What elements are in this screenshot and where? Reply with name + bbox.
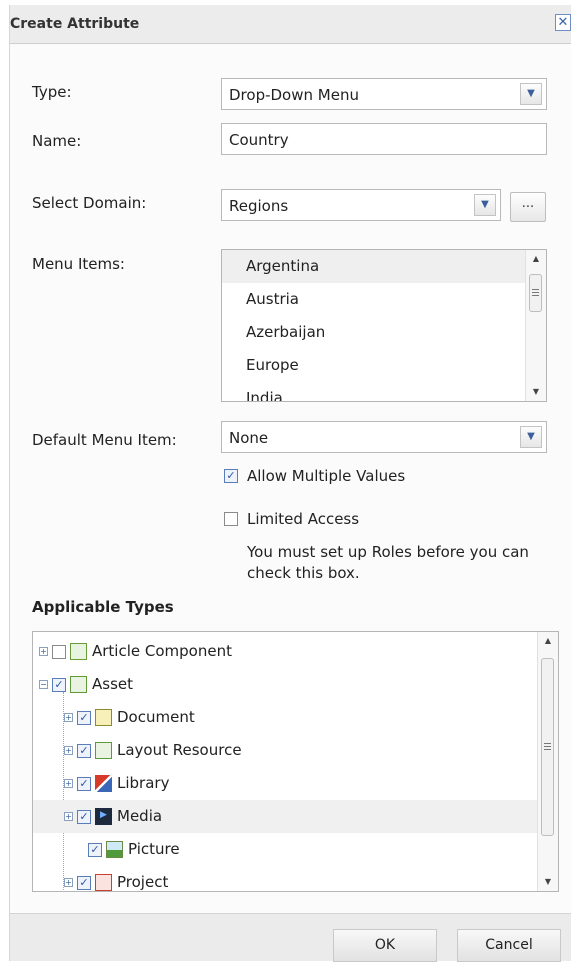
chevron-down-icon[interactable]: ▼ [474, 194, 496, 216]
scroll-down-icon[interactable]: ▼ [538, 873, 558, 891]
applicable-types-scrollbar[interactable]: ▲ ▼ [537, 632, 558, 891]
tree-label: Picture [128, 840, 180, 858]
cancel-button[interactable]: Cancel [457, 929, 561, 962]
domain-select[interactable]: Regions ▼ [221, 189, 501, 221]
tree-row[interactable]: + ✓ Layout Resource [33, 734, 537, 767]
type-select[interactable]: Drop-Down Menu ▼ [221, 78, 547, 110]
scroll-up-icon[interactable]: ▲ [538, 632, 558, 650]
scroll-thumb[interactable] [529, 274, 542, 312]
default-menu-item-select[interactable]: None ▼ [221, 421, 547, 453]
tree-label: Project [117, 873, 169, 891]
project-icon [95, 874, 112, 891]
limited-access-label: Limited Access [247, 510, 360, 528]
list-item[interactable]: Argentina [222, 250, 546, 283]
tree-checkbox[interactable]: ✓ [52, 678, 66, 692]
tree-row[interactable]: + ✓ Document [33, 701, 537, 734]
tree-checkbox[interactable]: ✓ [77, 876, 91, 890]
expand-icon[interactable]: + [64, 746, 73, 755]
article-component-icon [70, 643, 87, 660]
list-item[interactable]: Azerbaijan [222, 316, 546, 349]
domain-select-value: Regions [229, 197, 289, 215]
tree-row[interactable]: + ✓ Library [33, 767, 537, 800]
domain-browse-button[interactable]: ... [510, 192, 546, 222]
applicable-types-tree[interactable]: + Article Component − ✓ Asset + ✓ Docume… [32, 631, 559, 892]
asset-icon [70, 676, 87, 693]
ok-button[interactable]: OK [333, 929, 437, 962]
tree-checkbox[interactable]: ✓ [88, 843, 102, 857]
dialog-title: Create Attribute [10, 16, 140, 32]
library-icon [95, 775, 112, 792]
list-item[interactable]: India [222, 382, 546, 401]
type-label: Type: [32, 83, 72, 101]
menu-items-list[interactable]: Argentina Austria Azerbaijan Europe Indi… [221, 249, 547, 402]
tree-row[interactable]: ✓ Picture [33, 833, 537, 866]
scroll-thumb[interactable] [541, 658, 554, 836]
allow-multiple-label: Allow Multiple Values [247, 467, 406, 485]
name-label: Name: [32, 132, 82, 150]
tree-row[interactable]: + ✓ Project [33, 866, 537, 891]
allow-multiple-checkbox[interactable]: ✓ [224, 469, 238, 483]
collapse-icon[interactable]: − [39, 680, 48, 689]
name-input-value: Country [229, 131, 289, 149]
tree-row[interactable]: + ✓ ▶ Media [33, 800, 537, 833]
dialog-titlebar: Create Attribute ✕ [10, 5, 571, 44]
default-menu-item-label: Default Menu Item: [32, 431, 177, 449]
tree-label: Media [117, 807, 163, 825]
close-icon: ✕ [557, 15, 569, 30]
create-attribute-dialog: Create Attribute ✕ Type: Drop-Down Menu … [9, 5, 571, 962]
document-icon [95, 709, 112, 726]
list-item[interactable]: Europe [222, 349, 546, 382]
menu-items-label: Menu Items: [32, 255, 125, 273]
name-input[interactable]: Country [221, 123, 547, 155]
scroll-down-icon[interactable]: ▼ [526, 383, 546, 401]
picture-icon [106, 841, 123, 858]
tree-label: Document [117, 708, 195, 726]
expand-icon[interactable]: + [64, 812, 73, 821]
limited-access-note: You must set up Roles before you can che… [247, 543, 529, 582]
tree-checkbox[interactable]: ✓ [77, 744, 91, 758]
tree-label: Article Component [92, 642, 232, 660]
tree-checkbox[interactable]: ✓ [77, 777, 91, 791]
layout-resource-icon [95, 742, 112, 759]
list-item[interactable]: Austria [222, 283, 546, 316]
menu-items-scrollbar[interactable]: ▲ ▼ [525, 250, 546, 401]
tree-label: Layout Resource [117, 741, 242, 759]
expand-icon[interactable]: + [64, 713, 73, 722]
tree-checkbox[interactable]: ✓ [77, 711, 91, 725]
applicable-types-heading: Applicable Types [32, 598, 174, 616]
scroll-up-icon[interactable]: ▲ [526, 250, 546, 268]
domain-label: Select Domain: [32, 194, 147, 212]
dialog-footer: OK Cancel [10, 913, 571, 962]
expand-icon[interactable]: + [64, 878, 73, 887]
default-menu-item-value: None [229, 429, 269, 447]
close-button[interactable]: ✕ [555, 14, 571, 31]
tree-label: Library [117, 774, 170, 792]
tree-row[interactable]: + Article Component [33, 635, 537, 668]
expand-icon[interactable]: + [64, 779, 73, 788]
limited-access-checkbox[interactable] [224, 512, 238, 526]
media-icon: ▶ [95, 808, 112, 825]
chevron-down-icon[interactable]: ▼ [520, 83, 542, 105]
tree-checkbox[interactable] [52, 645, 66, 659]
tree-label: Asset [92, 675, 134, 693]
expand-icon[interactable]: + [39, 647, 48, 656]
tree-checkbox[interactable]: ✓ [77, 810, 91, 824]
type-select-value: Drop-Down Menu [229, 86, 359, 104]
chevron-down-icon[interactable]: ▼ [520, 426, 542, 448]
tree-row[interactable]: − ✓ Asset [33, 668, 537, 701]
